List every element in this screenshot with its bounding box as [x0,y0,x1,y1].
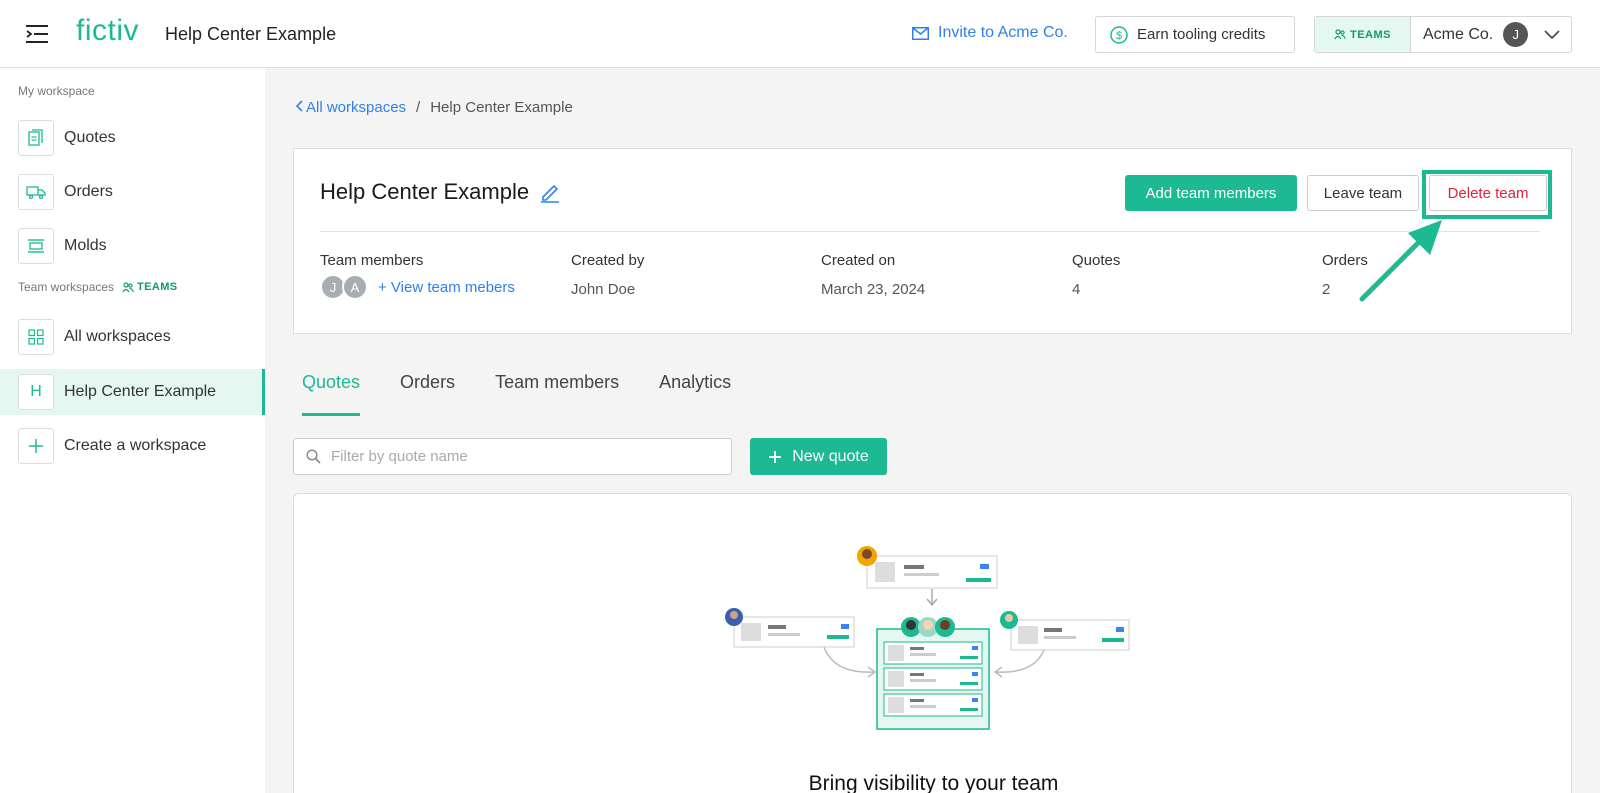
chevron-down-icon [1544,29,1560,39]
menu-collapse-icon[interactable] [26,24,50,44]
sidebar-item-create-workspace[interactable]: Create a workspace [0,423,265,469]
people-icon [1334,29,1346,40]
mold-icon [18,228,54,264]
sidebar-item-quotes[interactable]: Quotes [0,115,265,161]
stat-label: Quotes [1072,252,1121,269]
top-header: fictiv Help Center Example Invite to Acm… [0,0,1600,68]
tab-orders[interactable]: Orders [400,372,455,416]
plus-icon [769,450,782,463]
stat-team-members: Team members J A + View team mebers [320,252,515,300]
svg-text:$: $ [1116,30,1122,42]
account-switcher: TEAMS Acme Co. J [1314,16,1572,53]
empty-state-heading: Bring visibility to your team [808,772,1059,793]
stat-quotes: Quotes 4 [1072,252,1120,298]
grid-icon [18,319,54,355]
stat-value: March 23, 2024 [821,281,926,298]
stat-label: Created by [571,252,645,269]
sidebar-item-label: Help Center Example [64,383,217,400]
stat-value: John Doe [571,281,636,298]
view-team-members-link[interactable]: + View team mebers [378,279,515,296]
avatar: A [342,274,368,300]
sidebar-item-label: Quotes [64,129,116,146]
team-collaboration-illustration [725,546,1130,730]
header-title: Help Center Example [165,24,337,44]
new-quote-button[interactable]: New quote [750,438,887,475]
stat-created-by: Created by John Doe [571,252,644,298]
earn-label: Earn tooling credits [1137,26,1266,43]
plus-icon [18,428,54,464]
sidebar-item-label: All workspaces [64,328,171,345]
add-team-members-button[interactable]: Add team members [1125,175,1297,211]
teams-tag-label: TEAMS [137,281,178,293]
breadcrumb-back-label: All workspaces [306,99,407,116]
my-workspace-heading: My workspace [18,84,95,98]
tab-team-members[interactable]: Team members [495,372,619,416]
pencil-edit-icon[interactable] [539,181,561,203]
invite-link[interactable]: Invite to Acme Co. [912,24,1068,42]
org-name: Acme Co. [1423,25,1494,43]
breadcrumb-separator: / [416,99,421,116]
quote-doc-icon [18,120,54,156]
breadcrumb: All workspaces / Help Center Example [295,99,573,116]
dollar-circle-icon: $ [1110,25,1128,44]
annotation-arrow [1359,220,1442,302]
team-title: Help Center Example [320,179,561,205]
search-icon [306,449,321,464]
teams-badge-label: TEAMS [1350,28,1391,41]
people-icon [122,281,134,292]
sidebar-item-label: Create a workspace [64,437,207,454]
quote-filter [293,438,732,475]
team-name: Help Center Example [320,179,530,204]
leave-team-button[interactable]: Leave team [1307,175,1419,211]
workspace-letter-icon: H [18,374,54,410]
truck-icon [18,174,54,210]
stat-value: 4 [1072,281,1081,298]
fictiv-logo[interactable]: fictiv [76,14,139,48]
sidebar-item-orders[interactable]: Orders [0,169,265,215]
team-workspaces-heading: Team workspaces TEAMS [18,280,178,294]
empty-state-card: Bring visibility to your team [293,493,1572,793]
sidebar-item-label: Molds [64,237,107,254]
sidebar-item-all-workspaces[interactable]: All workspaces [0,314,265,360]
tab-analytics[interactable]: Analytics [659,372,731,416]
sidebar: My workspace Quotes Orders Molds Team wo… [0,68,265,793]
new-quote-label: New quote [792,447,869,465]
sidebar-item-molds[interactable]: Molds [0,223,265,269]
tab-quotes[interactable]: Quotes [302,372,361,416]
user-avatar: J [1503,22,1529,47]
stat-label: Created on [821,252,896,269]
teams-tag: TEAMS [122,281,178,293]
stat-label: Team members [320,252,424,269]
breadcrumb-current: Help Center Example [430,99,573,116]
sidebar-item-label: Orders [64,183,113,200]
team-workspaces-label: Team workspaces [18,280,115,294]
org-dropdown[interactable]: Acme Co. J [1411,17,1571,52]
delete-team-button[interactable]: Delete team [1429,175,1547,211]
teams-badge[interactable]: TEAMS [1315,17,1411,52]
chevron-left-icon [295,100,303,112]
earn-credits-button[interactable]: $ Earn tooling credits [1095,16,1295,53]
sidebar-item-help-center-example[interactable]: H Help Center Example [0,369,265,415]
workspace-tabs: Quotes Orders Team members Analytics [302,372,731,416]
mail-icon [912,26,929,40]
member-avatars: J A + View team mebers [320,274,515,300]
breadcrumb-back-link[interactable]: All workspaces [295,99,406,116]
invite-label: Invite to Acme Co. [938,24,1068,41]
stat-created-on: Created on March 23, 2024 [821,252,925,298]
quote-filter-input[interactable] [331,448,711,465]
my-workspace-label: My workspace [18,84,95,98]
